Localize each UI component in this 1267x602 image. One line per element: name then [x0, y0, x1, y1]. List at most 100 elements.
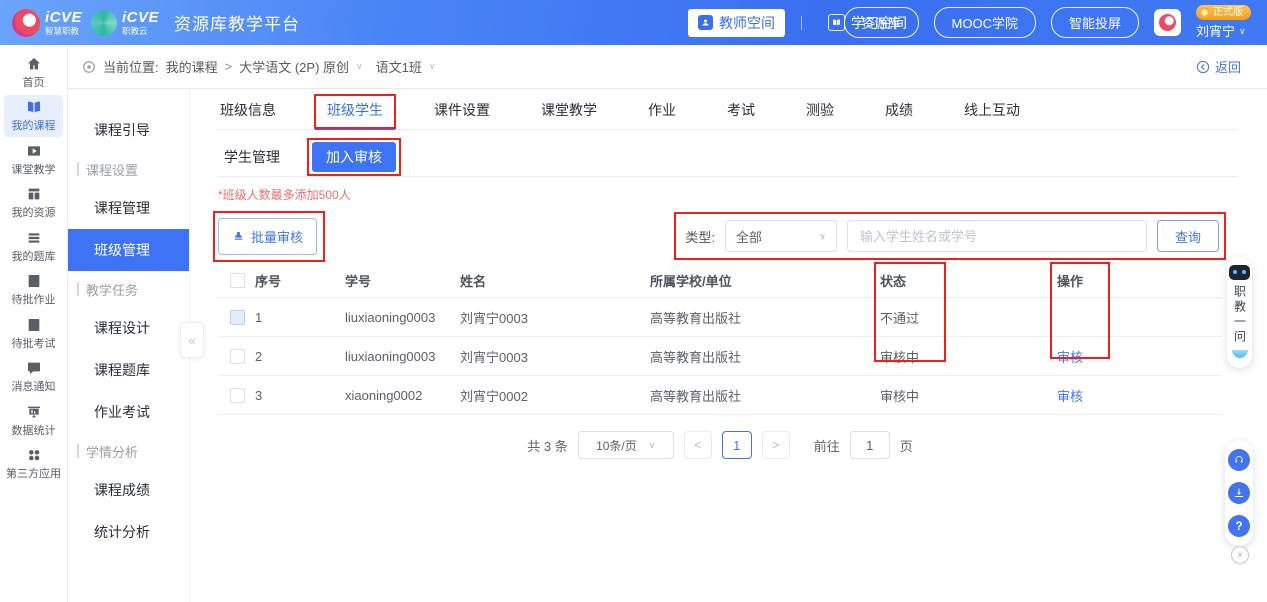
col-header-action: 操作	[1057, 271, 1222, 290]
sidebar-item-label: 待批考试	[12, 335, 56, 351]
goto-label: 前往	[814, 436, 840, 455]
tab-courseware-settings[interactable]: 课件设置	[432, 98, 492, 129]
student-id-cell: xiaoning0002	[345, 388, 460, 403]
page: iCVE 智慧职教 iCVE 职教云 资源库教学平台 教师空间	[0, 0, 1267, 602]
sidebar-item-my-courses[interactable]: 我的课程	[4, 95, 63, 137]
download-button[interactable]	[1228, 482, 1250, 504]
tab-class-info[interactable]: 班级信息	[218, 98, 278, 129]
sidebar-item-third-party-apps[interactable]: 第三方应用	[4, 443, 63, 485]
batch-review-label: 批量审核	[251, 227, 303, 246]
avatar[interactable]	[1154, 9, 1181, 36]
student-name-cell: 刘宵宁0003	[460, 308, 650, 327]
section-bar	[77, 444, 79, 458]
select-all-checkbox[interactable]	[230, 273, 245, 288]
close-floating-button[interactable]: ×	[1231, 546, 1249, 564]
filter-group: 类型: 全部 ∨ 查询	[685, 220, 1219, 252]
platform-title: 资源库教学平台	[174, 10, 300, 35]
subtab-join-review[interactable]: 加入审核	[312, 142, 396, 172]
course-menu-item-homework-exam[interactable]: 作业考试	[68, 391, 189, 433]
tab-class-students[interactable]: 班级学生	[325, 98, 385, 129]
smart-casting-button[interactable]: 智能投屏	[1051, 7, 1139, 38]
sidebar-item-label: 数据统计	[12, 422, 56, 438]
learning-space-button[interactable]: 学习空间	[818, 9, 917, 37]
medal-icon	[1199, 7, 1210, 18]
course-menu-section-learning-analysis: 学情分析	[68, 433, 189, 469]
tab-grades[interactable]: 成绩	[883, 98, 915, 129]
review-link[interactable]: 审核	[1057, 347, 1222, 366]
course-menu-item-course-management[interactable]: 课程管理	[68, 187, 189, 229]
main-content: 班级信息 班级学生 课件设置 课堂教学 作业 考试 测验 成绩 线上互动 学生管…	[190, 89, 1267, 602]
course-menu-item-class-management[interactable]: 班级管理	[68, 229, 189, 271]
course-menu-item-guide[interactable]: 课程引导	[68, 109, 189, 151]
help-button[interactable]: ?	[1228, 515, 1250, 537]
icve-zhihuizhijiao-logo[interactable]: iCVE 智慧职教	[12, 9, 82, 37]
next-page-button[interactable]: >	[762, 431, 790, 459]
status-cell: 审核中	[880, 386, 1057, 405]
query-button[interactable]: 查询	[1157, 220, 1219, 252]
sidebar-item-pending-exam[interactable]: 待批考试	[4, 313, 63, 355]
back-button[interactable]: 返回	[1196, 57, 1241, 76]
tab-classroom-teaching[interactable]: 课堂教学	[539, 98, 599, 129]
section-bar	[77, 162, 79, 176]
goto-page-input[interactable]	[850, 431, 890, 459]
teacher-space-button[interactable]: 教师空间	[688, 9, 785, 37]
icve-zhijiaoyun-logo[interactable]: iCVE 职教云	[91, 10, 159, 36]
chevron-down-icon: ∨	[356, 61, 363, 72]
course-menu-item-course-design[interactable]: 课程设计	[68, 307, 189, 349]
page-size-select[interactable]: 10条/页 ∨	[578, 431, 674, 459]
home-icon	[26, 56, 42, 72]
breadcrumb-course-dropdown[interactable]: 大学语文 (2P) 原创	[239, 57, 349, 76]
student-search-input[interactable]	[847, 220, 1147, 252]
page-unit-label: 页	[900, 436, 913, 455]
table-header-row: 序号 学号 姓名 所属学校/单位 状态 操作	[218, 264, 1222, 298]
sidebar-collapse-handle[interactable]: «	[180, 322, 204, 358]
type-select[interactable]: 全部 ∨	[725, 220, 837, 252]
sidebar-item-home[interactable]: 首页	[4, 52, 63, 94]
prev-page-button[interactable]: <	[684, 431, 712, 459]
class-tabs: 班级信息 班级学生 课件设置 课堂教学 作业 考试 测验 成绩 线上互动	[218, 98, 1237, 130]
tab-quiz[interactable]: 测验	[804, 98, 836, 129]
page-number-button[interactable]: 1	[722, 431, 752, 459]
teacher-space-icon	[698, 15, 713, 30]
tab-exam[interactable]: 考试	[725, 98, 757, 129]
review-link[interactable]: 审核	[1057, 386, 1222, 405]
zhijiao-assistant-widget[interactable]: 职教一问	[1227, 257, 1252, 368]
batch-review-button[interactable]: 批量审核	[218, 218, 317, 255]
row-checkbox[interactable]	[230, 388, 245, 403]
course-menu-item-course-question-bank[interactable]: 课程题库	[68, 349, 189, 391]
row-checkbox[interactable]	[230, 349, 245, 364]
sidebar-item-notifications[interactable]: 消息通知	[4, 356, 63, 398]
question-bank-icon	[26, 230, 42, 246]
mooc-academy-button[interactable]: MOOC学院	[934, 7, 1036, 38]
customer-service-button[interactable]	[1228, 449, 1250, 471]
student-id-cell: liuxiaoning0003	[345, 310, 460, 325]
data-statistics-icon	[26, 404, 42, 420]
logo-name: iCVE	[45, 10, 82, 25]
sidebar-item-question-bank[interactable]: 我的题库	[4, 226, 63, 268]
breadcrumb-my-courses[interactable]: 我的课程	[166, 57, 218, 76]
third-party-apps-icon	[26, 447, 42, 463]
row-checkbox[interactable]	[230, 310, 245, 325]
download-icon	[1233, 487, 1245, 499]
back-icon	[1196, 60, 1210, 74]
course-menu: 课程引导 课程设置 课程管理 班级管理 教学任务 课程设计 课程题库 作业考试 …	[68, 89, 190, 602]
pagination-total: 共 3 条	[527, 436, 567, 455]
course-menu-item-statistical-analysis[interactable]: 统计分析	[68, 511, 189, 553]
user-menu[interactable]: 刘宵宁 ∨	[1196, 24, 1251, 40]
breadcrumb-class-dropdown[interactable]: 语文1班	[376, 57, 422, 76]
subtab-student-management[interactable]: 学生管理	[218, 142, 286, 172]
sidebar-item-pending-homework[interactable]: 待批作业	[4, 269, 63, 311]
tab-homework[interactable]: 作业	[646, 98, 678, 129]
sidebar-item-my-resources[interactable]: 我的资源	[4, 182, 63, 224]
sidebar-item-label: 我的题库	[12, 248, 56, 264]
collapse-icon: «	[188, 333, 195, 348]
tab-online-interaction[interactable]: 线上互动	[962, 98, 1022, 129]
sidebar-item-classroom-teaching[interactable]: 课堂教学	[4, 139, 63, 181]
status-cell: 不通过	[880, 308, 1057, 327]
col-header-name: 姓名	[460, 271, 650, 290]
col-header-index: 序号	[255, 271, 345, 290]
sidebar-item-data-statistics[interactable]: 数据统计	[4, 400, 63, 442]
notifications-icon	[26, 360, 42, 376]
course-menu-item-course-grades[interactable]: 课程成绩	[68, 469, 189, 511]
row-index-cell: 3	[255, 388, 345, 403]
